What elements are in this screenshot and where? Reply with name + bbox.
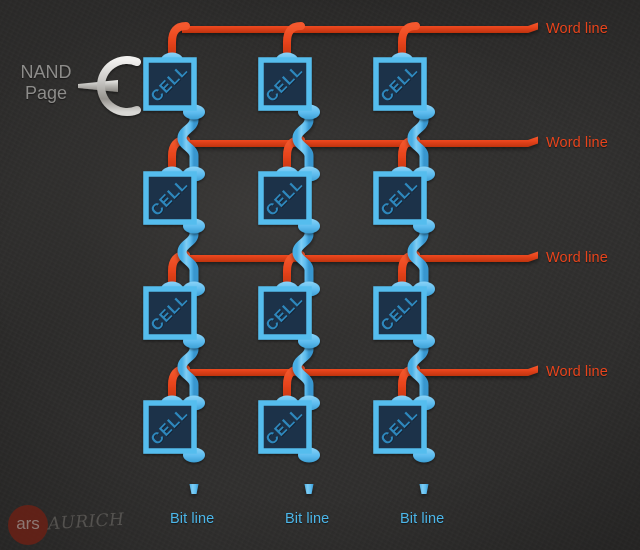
cell-r3c1[interactable] — [258, 395, 320, 463]
word-line-2[interactable] — [168, 251, 538, 293]
cell-r1c0[interactable] — [143, 166, 205, 234]
nand-diagram-canvas: CELL CELL CELL CELL CELL CELL CELL CELL … — [0, 0, 640, 550]
cell-r1c1[interactable] — [258, 166, 320, 234]
word-line-0[interactable] — [168, 22, 538, 64]
cell-r3c2[interactable] — [373, 395, 435, 463]
cell-r2c0[interactable] — [143, 281, 205, 349]
cell-r0c2[interactable] — [373, 52, 435, 120]
ars-technica-logo: ars — [8, 505, 48, 545]
cell-r1c2[interactable] — [373, 166, 435, 234]
word-line-group — [168, 22, 538, 407]
cell-r2c2[interactable] — [373, 281, 435, 349]
cell-r3c0[interactable] — [143, 395, 205, 463]
ars-logo-text: ars — [16, 514, 40, 533]
nand-page-bracket — [78, 56, 141, 116]
diagram-artboard — [78, 22, 538, 494]
cell-r0c0[interactable] — [143, 52, 205, 120]
cell-r0c1[interactable] — [258, 52, 320, 120]
word-line-1[interactable] — [168, 136, 538, 178]
cell-r2c1[interactable] — [258, 281, 320, 349]
word-line-3[interactable] — [168, 365, 538, 407]
